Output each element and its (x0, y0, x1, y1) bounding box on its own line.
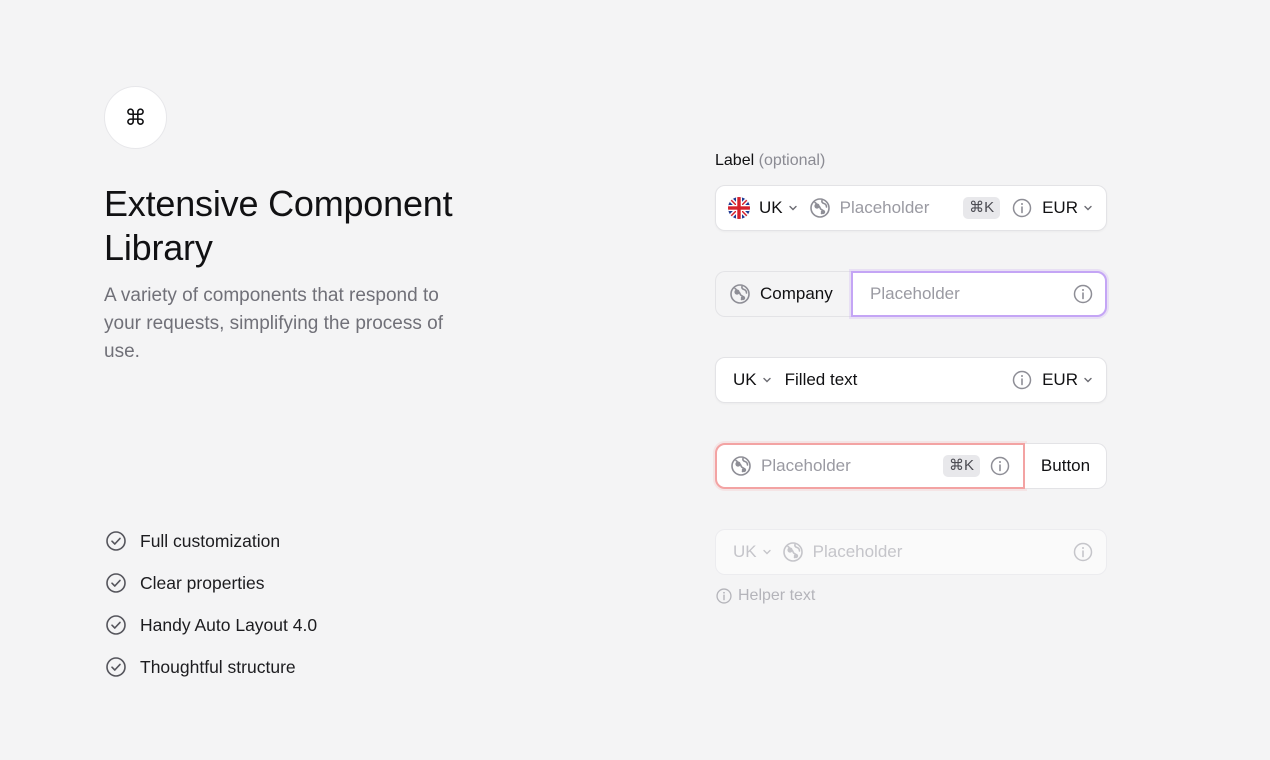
label-text: Label (715, 152, 755, 169)
placeholder-text[interactable]: Placeholder (761, 456, 851, 476)
addon-label: Company (760, 284, 833, 303)
feature-label: Full customization (140, 530, 281, 551)
info-icon[interactable] (989, 455, 1011, 477)
feature-label: Thoughtful structure (140, 656, 296, 677)
country-select: UK (733, 542, 757, 561)
input-field-disabled: UK Placeholder (715, 529, 1107, 575)
input-field-full[interactable]: UK Placeholder ⌘K EUR (715, 185, 1107, 231)
check-circle-icon (104, 655, 128, 679)
command-icon: ⌘ (124, 104, 147, 130)
focused-input[interactable]: Placeholder (851, 271, 1107, 317)
check-circle-icon (104, 571, 128, 595)
chevron-down-icon[interactable] (1082, 202, 1094, 214)
feature-item: Full customization (104, 520, 317, 562)
placeholder-text[interactable]: Placeholder (840, 198, 930, 218)
currency-select[interactable]: EUR (1042, 198, 1078, 218)
feature-item: Clear properties (104, 562, 317, 604)
country-select[interactable]: UK (733, 370, 757, 390)
globe-icon (782, 541, 804, 563)
globe-icon (809, 197, 831, 219)
chevron-down-icon (761, 546, 773, 558)
feature-label: Handy Auto Layout 4.0 (140, 614, 318, 635)
helper-label: Helper text (738, 587, 816, 604)
check-circle-icon (104, 529, 128, 553)
chevron-down-icon[interactable] (761, 374, 773, 386)
field-label: Label (optional) (715, 152, 825, 170)
feature-label: Clear properties (140, 572, 265, 593)
chevron-down-icon[interactable] (1082, 374, 1094, 386)
globe-icon (729, 283, 751, 305)
currency-select[interactable]: EUR (1042, 370, 1078, 390)
feature-item: Handy Auto Layout 4.0 (104, 604, 317, 646)
info-icon[interactable] (1072, 283, 1094, 305)
input-value[interactable]: Filled text (785, 370, 858, 390)
info-icon (715, 587, 733, 605)
info-icon[interactable] (1011, 369, 1033, 391)
placeholder-text: Placeholder (812, 542, 903, 561)
info-icon[interactable] (1011, 197, 1033, 219)
label-optional: (optional) (758, 152, 826, 169)
page-subtitle: A variety of components that respond to … (104, 285, 443, 362)
shortcut-badge: ⌘K (942, 455, 980, 477)
uk-flag-icon (728, 197, 750, 219)
chevron-down-icon[interactable] (787, 202, 799, 214)
logo-badge: ⌘ (104, 86, 167, 149)
feature-item: Thoughtful structure (104, 646, 317, 688)
helper-text: Helper text (715, 587, 815, 605)
input-field-with-addon: Company Placeholder (715, 271, 1107, 317)
globe-icon (730, 455, 752, 477)
input-field-with-button: Placeholder ⌘K Button (715, 443, 1107, 489)
shortcut-badge: ⌘K (963, 197, 1001, 219)
company-addon[interactable]: Company (715, 271, 851, 317)
info-icon (1072, 541, 1094, 563)
input-field-filled[interactable]: UK Filled text EUR (715, 357, 1107, 403)
error-input[interactable]: Placeholder ⌘K (715, 443, 1025, 489)
action-button[interactable]: Button (1025, 443, 1107, 489)
feature-list: Full customization Clear properties Hand… (104, 520, 317, 688)
placeholder-text[interactable]: Placeholder (870, 284, 960, 304)
check-circle-icon (104, 613, 128, 637)
country-select[interactable]: UK (759, 198, 783, 218)
page-title: Extensive Component Library (104, 183, 453, 268)
